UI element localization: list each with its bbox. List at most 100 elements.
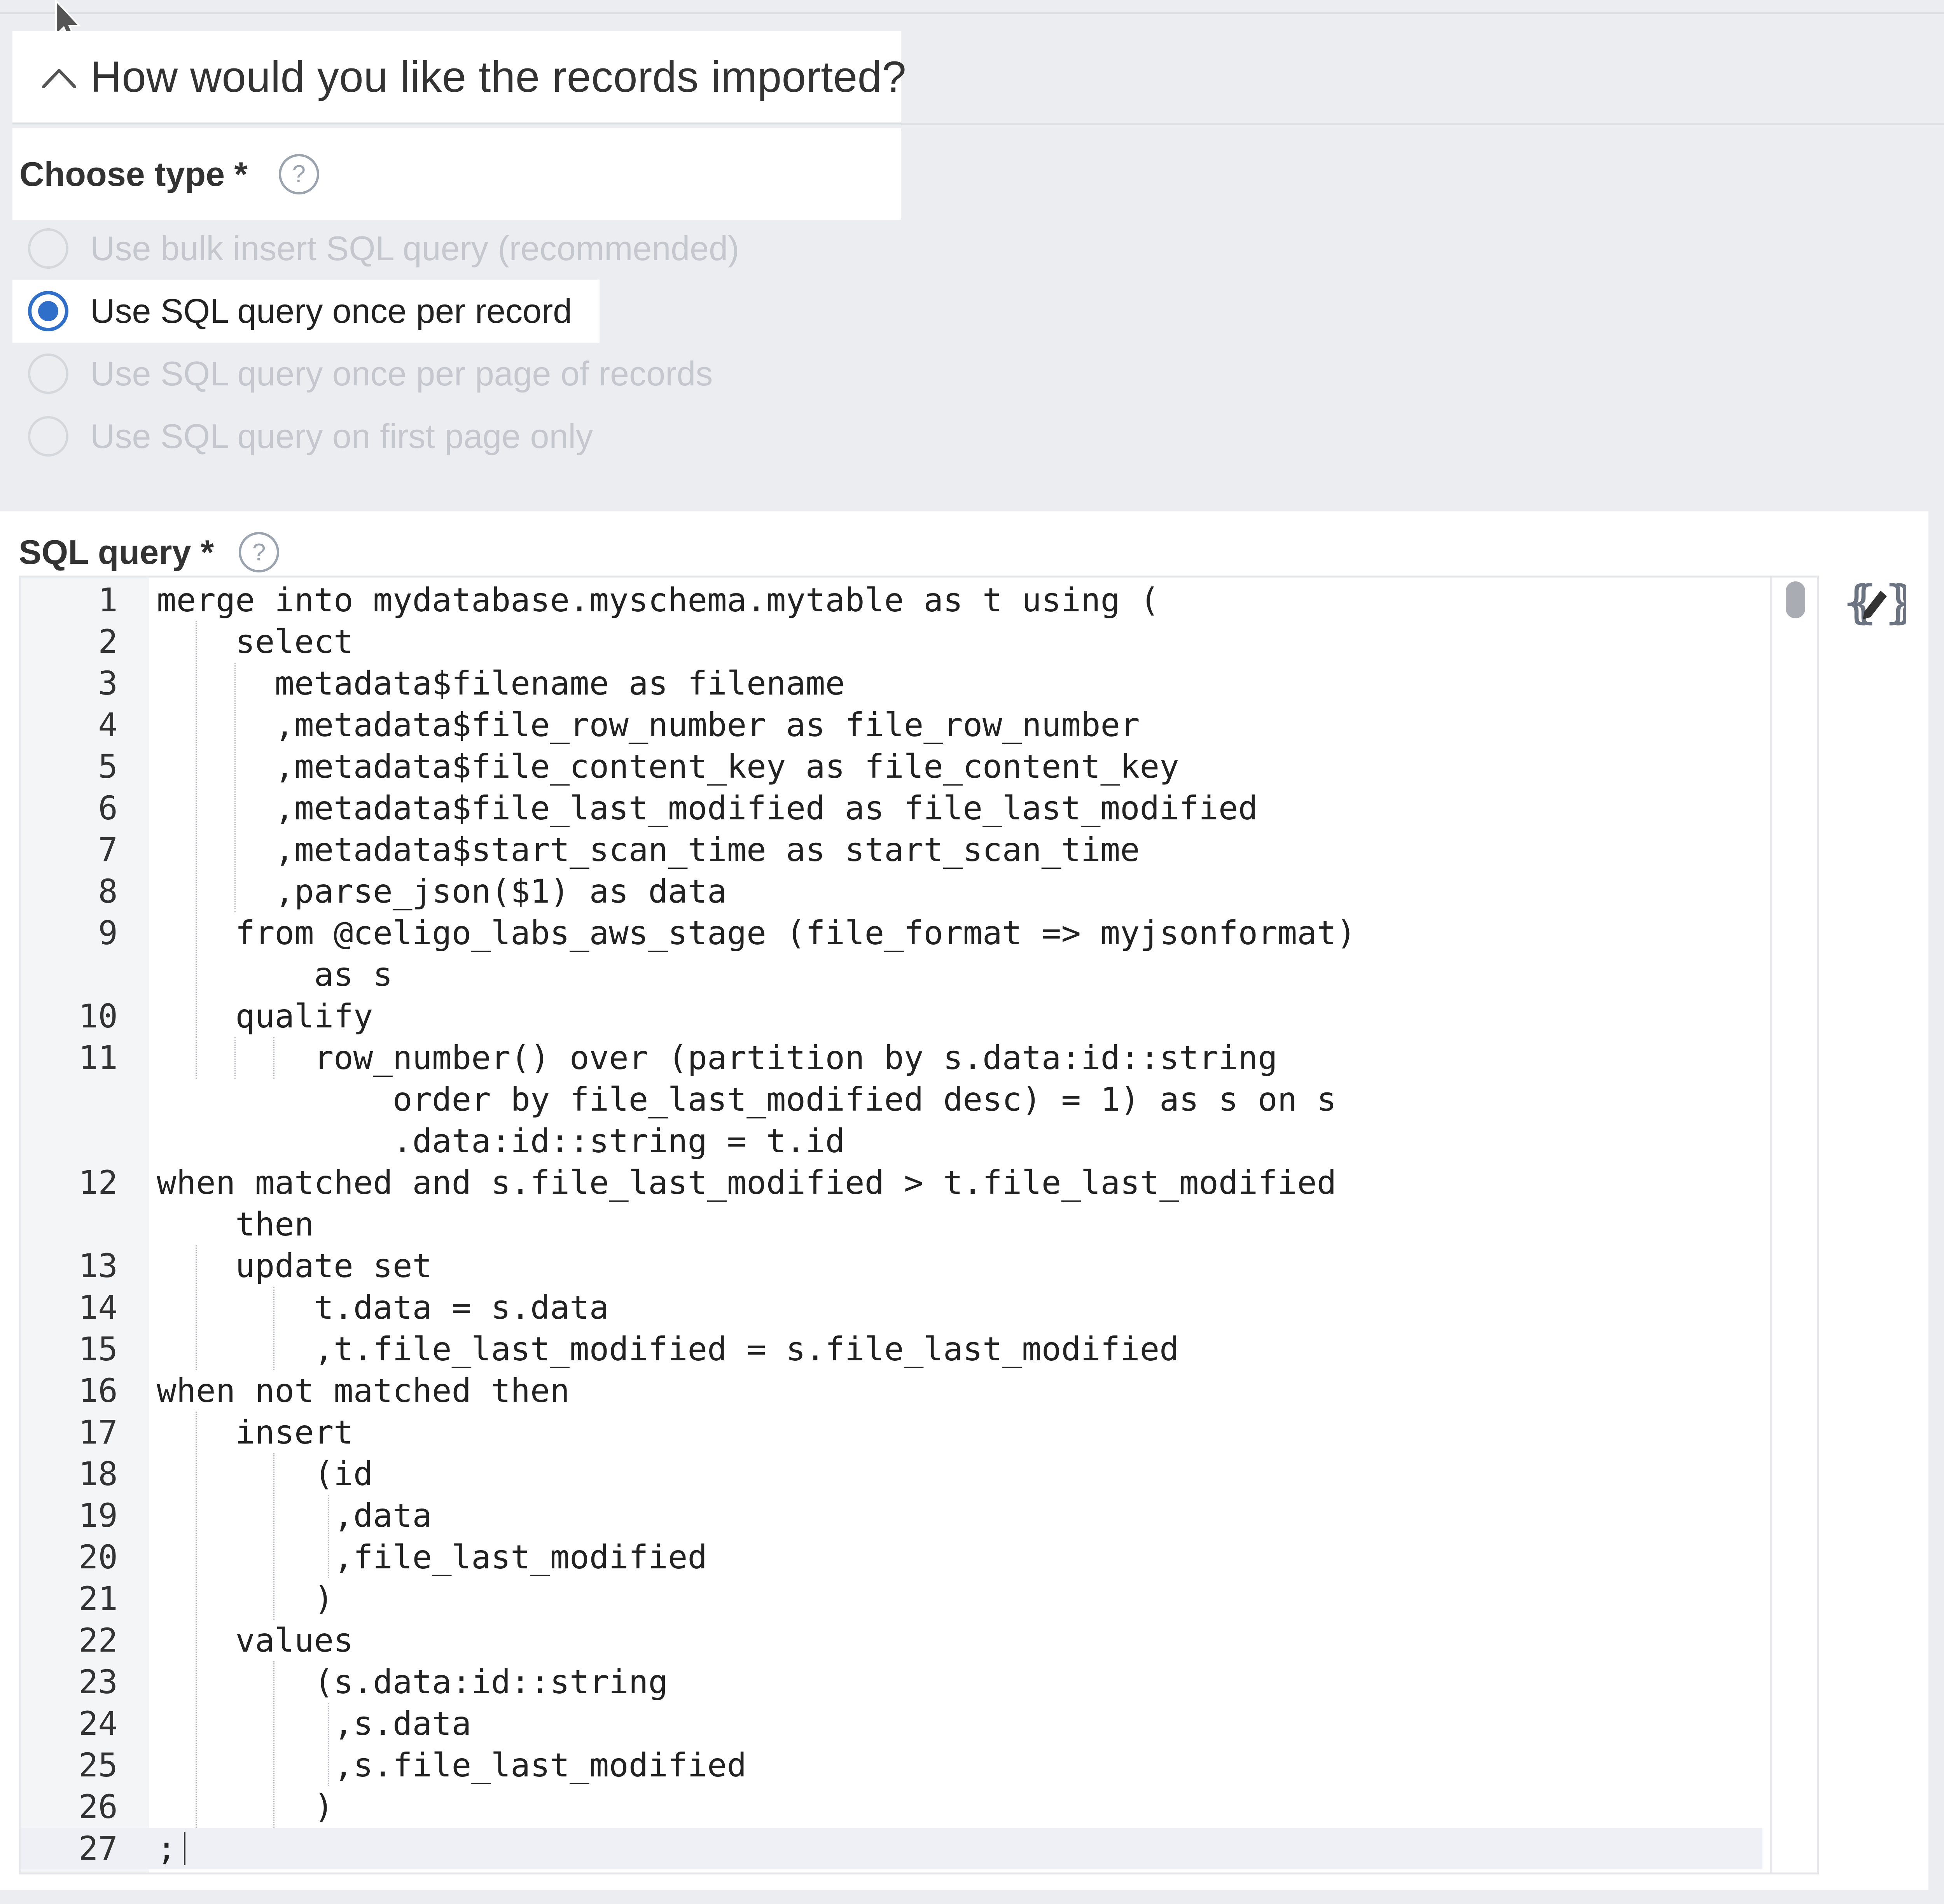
code-line: 13 update set [21, 1245, 1762, 1287]
section-title: How would you like the records imported? [90, 52, 907, 101]
line-number: 1 [98, 581, 118, 619]
radio-option-bulk-insert[interactable]: Use bulk insert SQL query (recommended) [12, 217, 771, 280]
code-text: ; [157, 1829, 177, 1867]
radio-button[interactable] [28, 228, 68, 269]
code-line-wrapped: order by file_last_modified desc) = 1) a… [21, 1079, 1762, 1120]
code-line: 24 ,s.data [21, 1703, 1762, 1745]
line-number: 4 [98, 706, 118, 744]
code-line-active: 27; [21, 1828, 1762, 1869]
code-line: 16 when not matched then [21, 1370, 1762, 1412]
handlebars-edit-icon[interactable]: { { } } [1839, 576, 1907, 630]
code-text: ,s.data [157, 1704, 472, 1743]
code-text: then [157, 1205, 314, 1243]
code-line: 25 ,s.file_last_modified [21, 1745, 1762, 1786]
indent-guide [196, 1412, 197, 1828]
code-line: 14 t.data = s.data [21, 1287, 1762, 1328]
code-line: 19 ,data [21, 1495, 1762, 1536]
import-section-header[interactable]: How would you like the records imported? [12, 31, 906, 124]
code-line: 3 metadata$filename as filename [21, 663, 1762, 704]
code-text: t.data = s.data [157, 1288, 609, 1326]
code-line: 10 qualify [21, 996, 1762, 1037]
code-text: select [157, 623, 353, 661]
sql-query-field: SQL query * ? 1 merge into mydatabase.mys… [0, 511, 1928, 1890]
line-number: 17 [78, 1413, 118, 1451]
line-number: 27 [78, 1829, 118, 1867]
code-line: 20 ,file_last_modified [21, 1536, 1762, 1578]
svg-text:}: } [1891, 578, 1906, 628]
code-text: (id [157, 1455, 373, 1493]
code-line: 2 select [21, 621, 1762, 663]
radio-option-label: Use SQL query on first page only [90, 417, 593, 455]
indent-guide [234, 1037, 236, 1079]
editor-scrollbar-track[interactable] [1770, 578, 1817, 1872]
code-text: values [157, 1621, 353, 1659]
code-line: 5 ,metadata$file_content_key as file_con… [21, 746, 1762, 788]
code-text: row_number() over (partition by s.data:i… [157, 1039, 1278, 1077]
code-text: qualify [157, 997, 373, 1035]
code-text: ,metadata$file_last_modified as file_las… [157, 789, 1258, 827]
line-number: 15 [78, 1330, 118, 1368]
code-line: 26 ) [21, 1786, 1762, 1828]
radio-option-label: Use bulk insert SQL query (recommended) [90, 229, 739, 268]
code-text: ,parse_json($1) as data [157, 872, 727, 910]
sql-code-editor[interactable]: 1 merge into mydatabase.myschema.mytable … [19, 576, 1819, 1874]
indent-guide [196, 1037, 197, 1079]
code-line: 1 merge into mydatabase.myschema.mytable … [21, 579, 1762, 621]
indent-guide [273, 1453, 274, 1620]
code-line: 6 ,metadata$file_last_modified as file_l… [21, 788, 1762, 829]
indent-guide [196, 621, 197, 1037]
code-text: ,file_last_modified [157, 1538, 708, 1576]
code-line: 21 ) [21, 1578, 1762, 1620]
help-icon[interactable]: ? [239, 532, 280, 572]
radio-option-once-per-record[interactable]: Use SQL query once per record [12, 280, 600, 343]
code-line: 4 ,metadata$file_row_number as file_row_… [21, 704, 1762, 746]
line-number: 12 [78, 1164, 118, 1202]
indent-guide [328, 1703, 329, 1786]
choose-type-label: Choose type * [19, 154, 248, 193]
section-divider [901, 123, 1944, 125]
code-text: ) [157, 1580, 334, 1618]
chevron-up-icon[interactable] [40, 56, 79, 98]
radio-button-selected[interactable] [28, 291, 68, 331]
text-caret [184, 1832, 185, 1865]
code-line: 15 ,t.file_last_modified = s.file_last_m… [21, 1328, 1762, 1370]
line-number: 3 [98, 664, 118, 702]
radio-button[interactable] [28, 416, 68, 457]
line-number: 6 [98, 789, 118, 827]
code-line: 12 when matched and s.file_last_modified … [21, 1162, 1762, 1204]
code-line: 18 (id [21, 1453, 1762, 1495]
editor-scrollbar-thumb[interactable] [1786, 581, 1805, 618]
code-line-wrapped: .data:id::string = t.id [21, 1120, 1762, 1162]
code-text: .data:id::string = t.id [157, 1122, 845, 1160]
radio-button[interactable] [28, 354, 68, 394]
choose-type-field: Choose type * ? [12, 128, 901, 220]
line-number: 25 [78, 1746, 118, 1784]
code-text: merge into mydatabase.myschema.mytable a… [157, 581, 1160, 619]
line-number: 11 [78, 1039, 118, 1077]
code-text: from @celigo_labs_aws_stage (file_format… [157, 914, 1356, 952]
indent-guide [273, 1287, 274, 1370]
code-line: 7 ,metadata$start_scan_time as start_sca… [21, 829, 1762, 871]
code-text: ,metadata$start_scan_time as start_scan_… [157, 831, 1140, 869]
help-icon[interactable]: ? [278, 154, 319, 194]
line-number: 13 [78, 1247, 118, 1285]
indent-guide [328, 1495, 329, 1578]
code-text: (s.data:id::string [157, 1663, 668, 1701]
line-number: 26 [78, 1788, 118, 1826]
code-text: ,metadata$file_row_number as file_row_nu… [157, 706, 1140, 744]
line-number: 24 [78, 1704, 118, 1743]
line-number: 2 [98, 623, 118, 661]
radio-option-label: Use SQL query once per record [90, 292, 572, 330]
sql-query-label: SQL query * [19, 533, 214, 571]
code-text: ,t.file_last_modified = s.file_last_modi… [157, 1330, 1179, 1368]
line-number: 8 [98, 872, 118, 910]
radio-option-once-per-page[interactable]: Use SQL query once per page of records [12, 342, 732, 405]
code-line: 17 insert [21, 1412, 1762, 1453]
radio-option-label: Use SQL query once per page of records [90, 354, 713, 393]
radio-option-first-page-only[interactable]: Use SQL query on first page only [12, 405, 635, 468]
top-divider [0, 12, 1944, 14]
line-number: 7 [98, 831, 118, 869]
code-text: ,s.file_last_modified [157, 1746, 747, 1784]
code-line-wrapped: then [21, 1204, 1762, 1245]
code-line-wrapped: as s [21, 954, 1762, 996]
